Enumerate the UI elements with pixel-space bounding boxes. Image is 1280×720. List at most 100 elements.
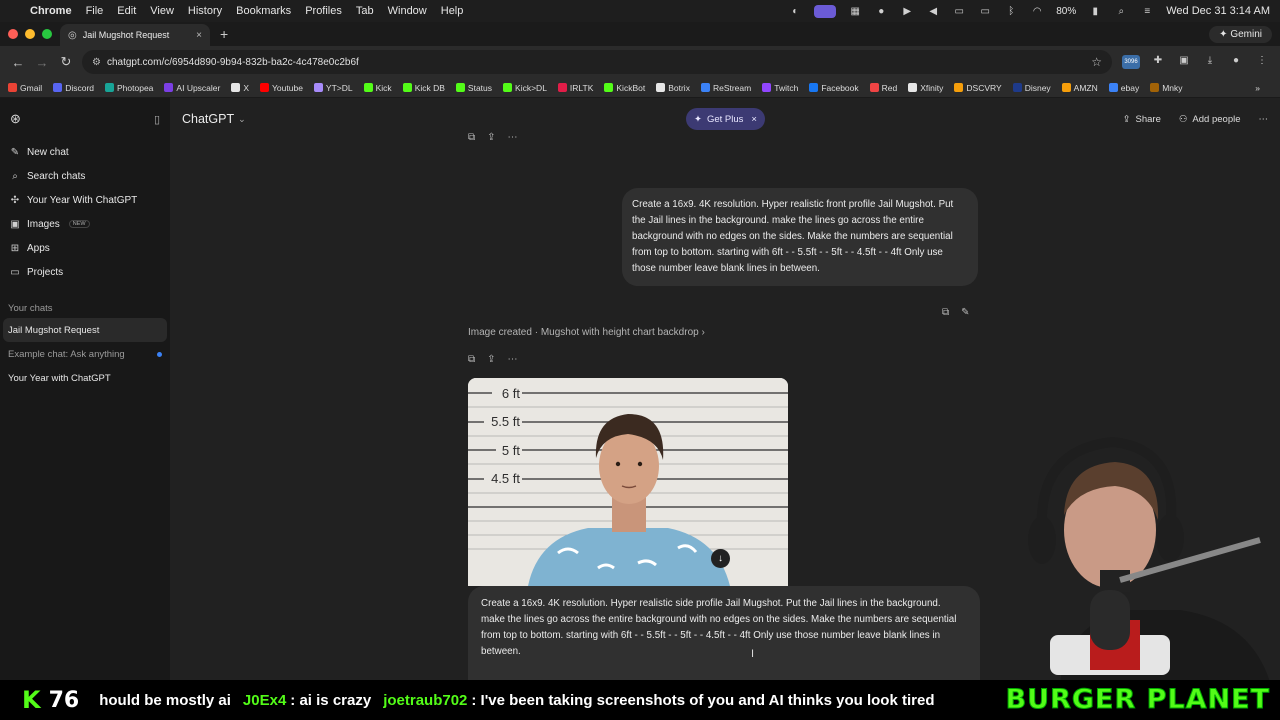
chrome-menu-icon[interactable]: ⋮ xyxy=(1254,55,1270,69)
copy-icon[interactable]: ⧉ xyxy=(468,354,475,365)
share-button[interactable]: ⇪ Share xyxy=(1123,114,1161,125)
generated-mugshot-image[interactable]: 6 ft 5.5 ft 5 ft 4.5 ft ↓ xyxy=(468,378,788,586)
menu-window[interactable]: Window xyxy=(388,5,427,17)
more-options-icon[interactable]: ⋯ xyxy=(1259,114,1269,125)
bookmark-item[interactable]: Photopea xyxy=(105,83,153,93)
reload-button[interactable]: ↻ xyxy=(54,54,78,70)
profile-avatar-icon[interactable]: ● xyxy=(1228,55,1244,69)
bookmark-item[interactable]: ReStream xyxy=(700,83,751,93)
menu-profiles[interactable]: Profiles xyxy=(305,5,342,17)
bookmark-item[interactable]: Xfinity xyxy=(908,83,943,93)
browser-tab[interactable]: ◎ Jail Mugshot Request × xyxy=(60,24,210,46)
copy-icon[interactable]: ⧉ xyxy=(468,132,475,143)
bookmark-item[interactable]: Youtube xyxy=(260,83,303,93)
menu-help[interactable]: Help xyxy=(441,5,464,17)
bookmark-item[interactable]: Discord xyxy=(53,83,94,93)
new-tab-button[interactable]: + xyxy=(220,26,228,42)
download-image-button[interactable]: ↓ xyxy=(711,549,730,568)
wifi-icon[interactable]: ◠ xyxy=(1030,6,1044,17)
menu-history[interactable]: History xyxy=(188,5,222,17)
unread-dot-icon xyxy=(157,351,162,357)
bluetooth-icon[interactable]: ᛒ xyxy=(1004,6,1018,17)
sidebar-item-projects[interactable]: ▭ Projects xyxy=(0,260,170,284)
composer-input[interactable]: Create a 16x9. 4K resolution. Hyper real… xyxy=(481,596,967,660)
menu-file[interactable]: File xyxy=(86,5,104,17)
minimize-window-button[interactable] xyxy=(25,29,35,39)
bookmark-item[interactable]: Gmail xyxy=(8,83,42,93)
close-window-button[interactable] xyxy=(8,29,18,39)
bookmark-item[interactable]: Disney xyxy=(1012,83,1051,93)
copy-icon[interactable]: ⧉ xyxy=(942,307,949,318)
clock[interactable]: Wed Dec 31 3:14 AM xyxy=(1166,5,1270,17)
chat-item-year-with-chatgpt[interactable]: Your Year with ChatGPT xyxy=(3,366,167,390)
add-people-button[interactable]: ⚇ Add people xyxy=(1179,114,1241,125)
bookmark-item[interactable]: Kick>DL xyxy=(503,83,547,93)
bookmark-item[interactable]: Twitch xyxy=(762,83,798,93)
menu-view[interactable]: View xyxy=(150,5,174,17)
bookmark-item[interactable]: AMZN xyxy=(1061,83,1098,93)
sync-icon[interactable]: ◐ xyxy=(788,6,802,17)
volume-icon[interactable]: ◀ xyxy=(926,6,940,17)
back-button[interactable]: ← xyxy=(6,55,30,70)
more-bookmarks-icon[interactable]: » xyxy=(1255,83,1280,93)
forward-button[interactable]: → xyxy=(30,55,54,70)
bookmark-item[interactable]: X xyxy=(231,83,249,93)
more-icon[interactable]: ⋯ xyxy=(508,132,518,143)
app-menu-chrome[interactable]: Chrome xyxy=(30,5,72,17)
bookmark-item[interactable]: Status xyxy=(455,83,492,93)
sidebar-item-images[interactable]: ▣ Images NEW xyxy=(0,212,170,236)
menu-tab[interactable]: Tab xyxy=(356,5,374,17)
sidebar-item-year-with-chatgpt[interactable]: ✣ Your Year With ChatGPT xyxy=(0,188,170,212)
bookmark-item[interactable]: YT>DL xyxy=(313,83,353,93)
bookmark-item[interactable]: IRLTK xyxy=(557,83,593,93)
chat-item-jail-mugshot[interactable]: Jail Mugshot Request xyxy=(3,318,167,342)
bookmark-item[interactable]: Kick DB xyxy=(402,83,445,93)
ticker-fragment: hould be mostly ai xyxy=(99,691,231,709)
image-title-link[interactable]: Mugshot with height chart backdrop xyxy=(541,327,699,338)
bookmark-item[interactable]: ebay xyxy=(1108,83,1139,93)
bookmark-item[interactable]: Facebook xyxy=(809,83,859,93)
share-icon[interactable]: ⇪ xyxy=(487,132,495,143)
get-plus-button[interactable]: ✦ Get Plus × xyxy=(686,108,765,130)
bookmark-item[interactable]: KickBot xyxy=(604,83,645,93)
chat-item-example[interactable]: Example chat: Ask anything xyxy=(3,342,167,366)
screen-share-icon[interactable] xyxy=(814,4,837,18)
extension-badge-icon[interactable]: 3096 xyxy=(1122,55,1140,69)
close-tab-icon[interactable]: × xyxy=(196,30,202,41)
grid-icon[interactable]: ▦ xyxy=(848,6,862,17)
bookmark-item[interactable]: Botrix xyxy=(656,83,690,93)
bookmark-item[interactable]: AI Upscaler xyxy=(164,83,220,93)
sidebar-item-apps[interactable]: ⊞ Apps xyxy=(0,236,170,260)
dismiss-icon[interactable]: × xyxy=(751,114,757,125)
url-bar[interactable]: ⚙ chatgpt.com/c/6954d890-9b94-832b-ba2c-… xyxy=(82,50,1112,74)
sidebar-item-search-chats[interactable]: ⌕ Search chats xyxy=(0,164,170,188)
message-composer[interactable]: Create a 16x9. 4K resolution. Hyper real… xyxy=(468,586,980,680)
bookmark-star-icon[interactable]: ☆ xyxy=(1091,55,1102,69)
extensions-puzzle-icon[interactable]: ✚ xyxy=(1150,55,1166,69)
toggle-sidebar-icon[interactable]: ▯ xyxy=(154,113,160,126)
bookmark-item[interactable]: Red xyxy=(869,83,897,93)
openai-logo-icon[interactable]: ⊛ xyxy=(10,111,21,127)
display-icon[interactable]: ▭ xyxy=(952,6,966,17)
monitor-icon[interactable]: ▭ xyxy=(978,6,992,17)
bookmark-item[interactable]: DSCVRY xyxy=(954,83,1002,93)
moon-icon[interactable]: ● xyxy=(874,6,888,17)
sidepanel-icon[interactable]: ▣ xyxy=(1176,55,1192,69)
search-icon[interactable]: ⌕ xyxy=(1114,6,1128,17)
menu-edit[interactable]: Edit xyxy=(117,5,136,17)
battery-icon[interactable]: ▮ xyxy=(1088,6,1102,17)
menu-bookmarks[interactable]: Bookmarks xyxy=(236,5,291,17)
sidebar-item-new-chat[interactable]: ✎ New chat xyxy=(0,140,170,164)
site-info-icon[interactable]: ⚙ xyxy=(92,57,101,68)
bookmark-item[interactable]: Kick xyxy=(363,83,392,93)
share-icon[interactable]: ⇪ xyxy=(487,354,495,365)
play-icon[interactable]: ▶ xyxy=(900,6,914,17)
model-selector[interactable]: ChatGPT ⌄ xyxy=(182,112,246,126)
more-icon[interactable]: ⋯ xyxy=(508,354,518,365)
download-icon[interactable]: ⤓ xyxy=(1202,55,1218,69)
bookmark-item[interactable]: Mnky xyxy=(1150,83,1183,93)
control-center-icon[interactable]: ≡ xyxy=(1140,6,1154,17)
maximize-window-button[interactable] xyxy=(42,29,52,39)
edit-icon[interactable]: ✎ xyxy=(961,307,969,318)
gemini-button[interactable]: ✦ Gemini xyxy=(1209,25,1272,43)
